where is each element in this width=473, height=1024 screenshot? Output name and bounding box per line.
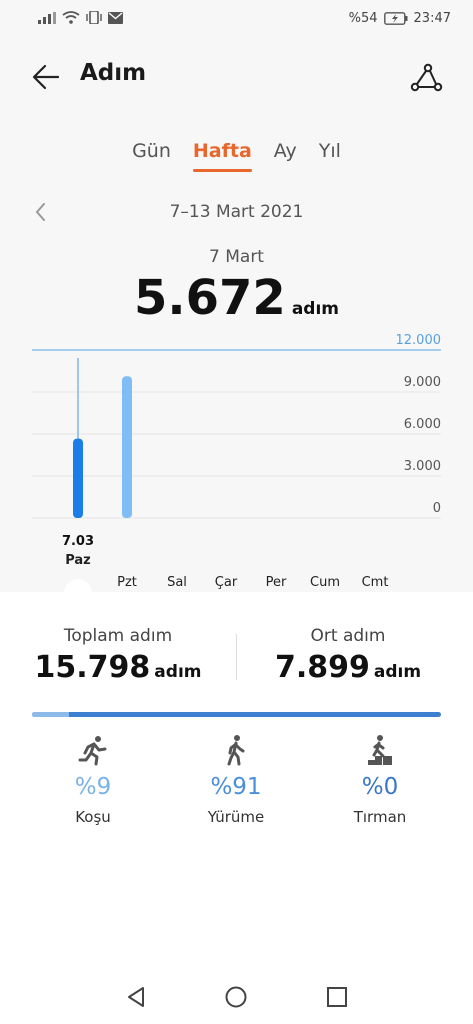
- system-nav-bar: [0, 970, 473, 1024]
- total-steps-number: 15.798: [34, 650, 151, 685]
- y-tick-label: 9.000: [404, 375, 441, 390]
- x-tick-label: Sal: [167, 575, 187, 590]
- running-percent: %9: [74, 774, 112, 800]
- date-range: 7–13 Mart 2021: [169, 202, 304, 222]
- walking-icon: [227, 735, 245, 766]
- y-tick-label: 0: [433, 501, 441, 516]
- average-steps-value: 7.899 adım: [250, 650, 446, 685]
- summary-divider: [236, 634, 237, 680]
- walking-label: Yürüme: [207, 808, 265, 826]
- y-tick-label: 3.000: [404, 459, 441, 474]
- climbing-percent: %0: [361, 774, 399, 800]
- running-label: Koşu: [75, 808, 111, 826]
- status-time: 23:47: [413, 11, 451, 26]
- vibrate-icon: [86, 11, 102, 24]
- x-tick-label: Paz: [65, 553, 91, 568]
- square-recents-icon[interactable]: [325, 985, 349, 1009]
- wifi-icon: [62, 11, 80, 24]
- total-steps-value: 15.798 adım: [20, 650, 216, 685]
- running-icon: [78, 736, 107, 766]
- tab-gun[interactable]: Gün: [132, 136, 171, 166]
- circle-home-icon[interactable]: [224, 985, 248, 1009]
- chart-bar[interactable]: [73, 438, 83, 518]
- status-bar: %54 23:47: [0, 0, 473, 38]
- climbing-icon: [368, 735, 392, 765]
- climbing-label: Tırman: [353, 808, 407, 826]
- selected-date-label: 7.03: [62, 534, 94, 549]
- x-tick-label: Pzt: [117, 575, 137, 590]
- selected-steps: 5.672 adım: [0, 270, 473, 326]
- x-tick-label: Çar: [215, 575, 238, 590]
- tab-ay[interactable]: Ay: [274, 136, 297, 166]
- average-steps-label: Ort adım: [310, 626, 386, 646]
- period-tabs: Gün Hafta Ay Yıl: [0, 136, 473, 172]
- triangle-back-icon[interactable]: [124, 985, 148, 1009]
- total-steps-label: Toplam adım: [63, 626, 173, 646]
- arrow-left-icon: [32, 64, 60, 90]
- goal-label: 12.000: [396, 333, 442, 348]
- chart-bar[interactable]: [122, 376, 132, 518]
- category-running: %9 Koşu: [42, 734, 144, 826]
- tab-yil[interactable]: Yıl: [319, 136, 341, 166]
- back-button[interactable]: [30, 60, 64, 94]
- tab-hafta[interactable]: Hafta: [192, 136, 252, 172]
- x-tick-label: Cmt: [362, 575, 389, 590]
- weekly-steps-chart[interactable]: 12.000 9.000 6.000 3.000 0 7.03 Paz Pzt Sal Çar Pe…: [0, 330, 473, 592]
- y-tick-label: 6.000: [404, 417, 441, 432]
- x-tick-label: Per: [266, 575, 287, 590]
- selected-steps-value: 5.672: [133, 270, 286, 326]
- signal-icon: [38, 11, 56, 24]
- activity-split-bar: [32, 712, 441, 717]
- summary-card: Toplam adım 15.798 adım Ort adım 7.899 adı…: [0, 592, 473, 1024]
- status-icons-right: %54 23:47: [349, 11, 451, 26]
- average-steps-number: 7.899: [274, 650, 370, 685]
- activity-split-run-segment: [32, 712, 69, 717]
- battery-icon: [383, 12, 408, 25]
- average-steps-unit: adım: [373, 662, 422, 682]
- battery-percent: %54: [348, 11, 378, 26]
- total-steps-unit: adım: [154, 662, 202, 682]
- share-button[interactable]: [409, 60, 443, 94]
- status-icons-left: [38, 11, 123, 24]
- selected-day: 7 Mart: [209, 247, 264, 267]
- share-icon: [410, 63, 443, 92]
- selected-steps-unit: adım: [291, 299, 339, 319]
- category-walking: %91 Yürüme: [185, 734, 287, 826]
- page-title: Adım: [80, 60, 147, 86]
- category-climbing: %0 Tırman: [329, 734, 431, 826]
- mail-icon: [108, 11, 123, 24]
- walking-percent: %91: [210, 774, 262, 800]
- selection-handle[interactable]: [64, 579, 92, 592]
- x-tick-label: Cum: [310, 575, 340, 590]
